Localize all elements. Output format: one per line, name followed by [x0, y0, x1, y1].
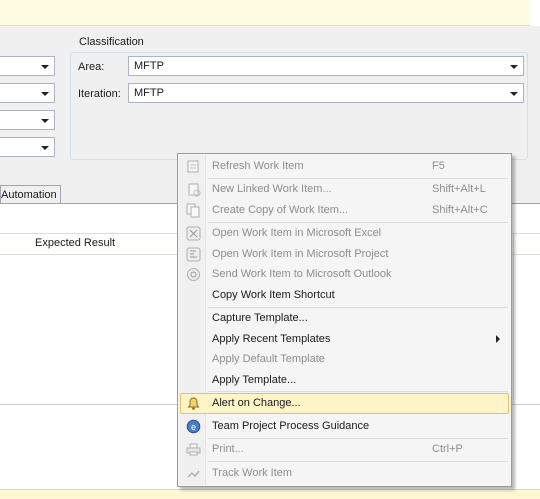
chevron-down-icon: [510, 92, 518, 96]
area-label: Area:: [78, 61, 105, 73]
chevron-down-icon: [41, 92, 49, 96]
chevron-down-icon: [41, 119, 49, 123]
iteration-value: MFTP: [134, 87, 164, 99]
field-dropdown-2[interactable]: [0, 83, 55, 103]
printer-icon: [186, 442, 201, 457]
menu-item-open-in-project[interactable]: Open Work Item in Microsoft Project: [180, 244, 509, 265]
excel-icon: [186, 226, 201, 241]
tab-automation-label: Automation: [1, 189, 57, 201]
menu-item-new-linked-work-item[interactable]: New Linked Work Item... Shift+Alt+L: [180, 179, 509, 200]
menu-item-alert-on-change[interactable]: Alert on Change...: [180, 393, 509, 414]
guidance-icon: e: [186, 419, 201, 434]
menu-item-refresh-work-item[interactable]: Refresh Work Item F5: [180, 156, 509, 177]
svg-text:e: e: [191, 422, 196, 432]
field-dropdown-4[interactable]: [0, 137, 55, 157]
menu-item-process-guidance[interactable]: e Team Project Process Guidance: [180, 416, 509, 437]
menu-item-capture-template[interactable]: Capture Template...: [180, 308, 509, 329]
info-bar-gap: [530, 0, 540, 26]
submenu-arrow-icon: [496, 335, 500, 343]
outlook-icon: [186, 267, 201, 282]
field-dropdown-1[interactable]: [0, 56, 55, 76]
iteration-label: Iteration:: [78, 88, 121, 100]
grid-column-separator: [513, 233, 514, 403]
menu-item-create-copy[interactable]: Create Copy of Work Item... Shift+Alt+C: [180, 200, 509, 221]
menu-item-track-work-item[interactable]: Track Work Item: [180, 463, 509, 484]
iteration-dropdown[interactable]: MFTP: [128, 83, 524, 103]
info-bar: [0, 0, 530, 26]
menu-separator: [208, 461, 508, 462]
column-header-expected-result[interactable]: Expected Result: [35, 237, 115, 249]
track-icon: [186, 466, 201, 481]
project-icon: [186, 247, 201, 262]
copy-item-icon: [186, 203, 201, 218]
alert-bell-icon: [186, 396, 201, 411]
menu-item-apply-template[interactable]: Apply Template...: [180, 370, 509, 391]
new-linked-icon: [186, 182, 201, 197]
menu-item-apply-recent-templates[interactable]: Apply Recent Templates: [180, 329, 509, 350]
refresh-icon: [186, 159, 201, 174]
menu-separator: [208, 391, 508, 392]
field-dropdown-3[interactable]: [0, 110, 55, 130]
menu-item-print[interactable]: Print... Ctrl+P: [180, 439, 509, 460]
menu-item-send-to-outlook[interactable]: Send Work Item to Microsoft Outlook: [180, 264, 509, 285]
chevron-down-icon: [41, 65, 49, 69]
menu-item-open-in-excel[interactable]: Open Work Item in Microsoft Excel: [180, 223, 509, 244]
area-value: MFTP: [134, 60, 164, 72]
classification-title: Classification: [76, 36, 147, 48]
menu-item-copy-work-item-shortcut[interactable]: Copy Work Item Shortcut: [180, 285, 509, 306]
chevron-down-icon: [510, 65, 518, 69]
chevron-down-icon: [41, 146, 49, 150]
menu-item-apply-default-template[interactable]: Apply Default Template: [180, 349, 509, 370]
area-dropdown[interactable]: MFTP: [128, 56, 524, 76]
tab-automation[interactable]: Automation: [0, 185, 61, 203]
